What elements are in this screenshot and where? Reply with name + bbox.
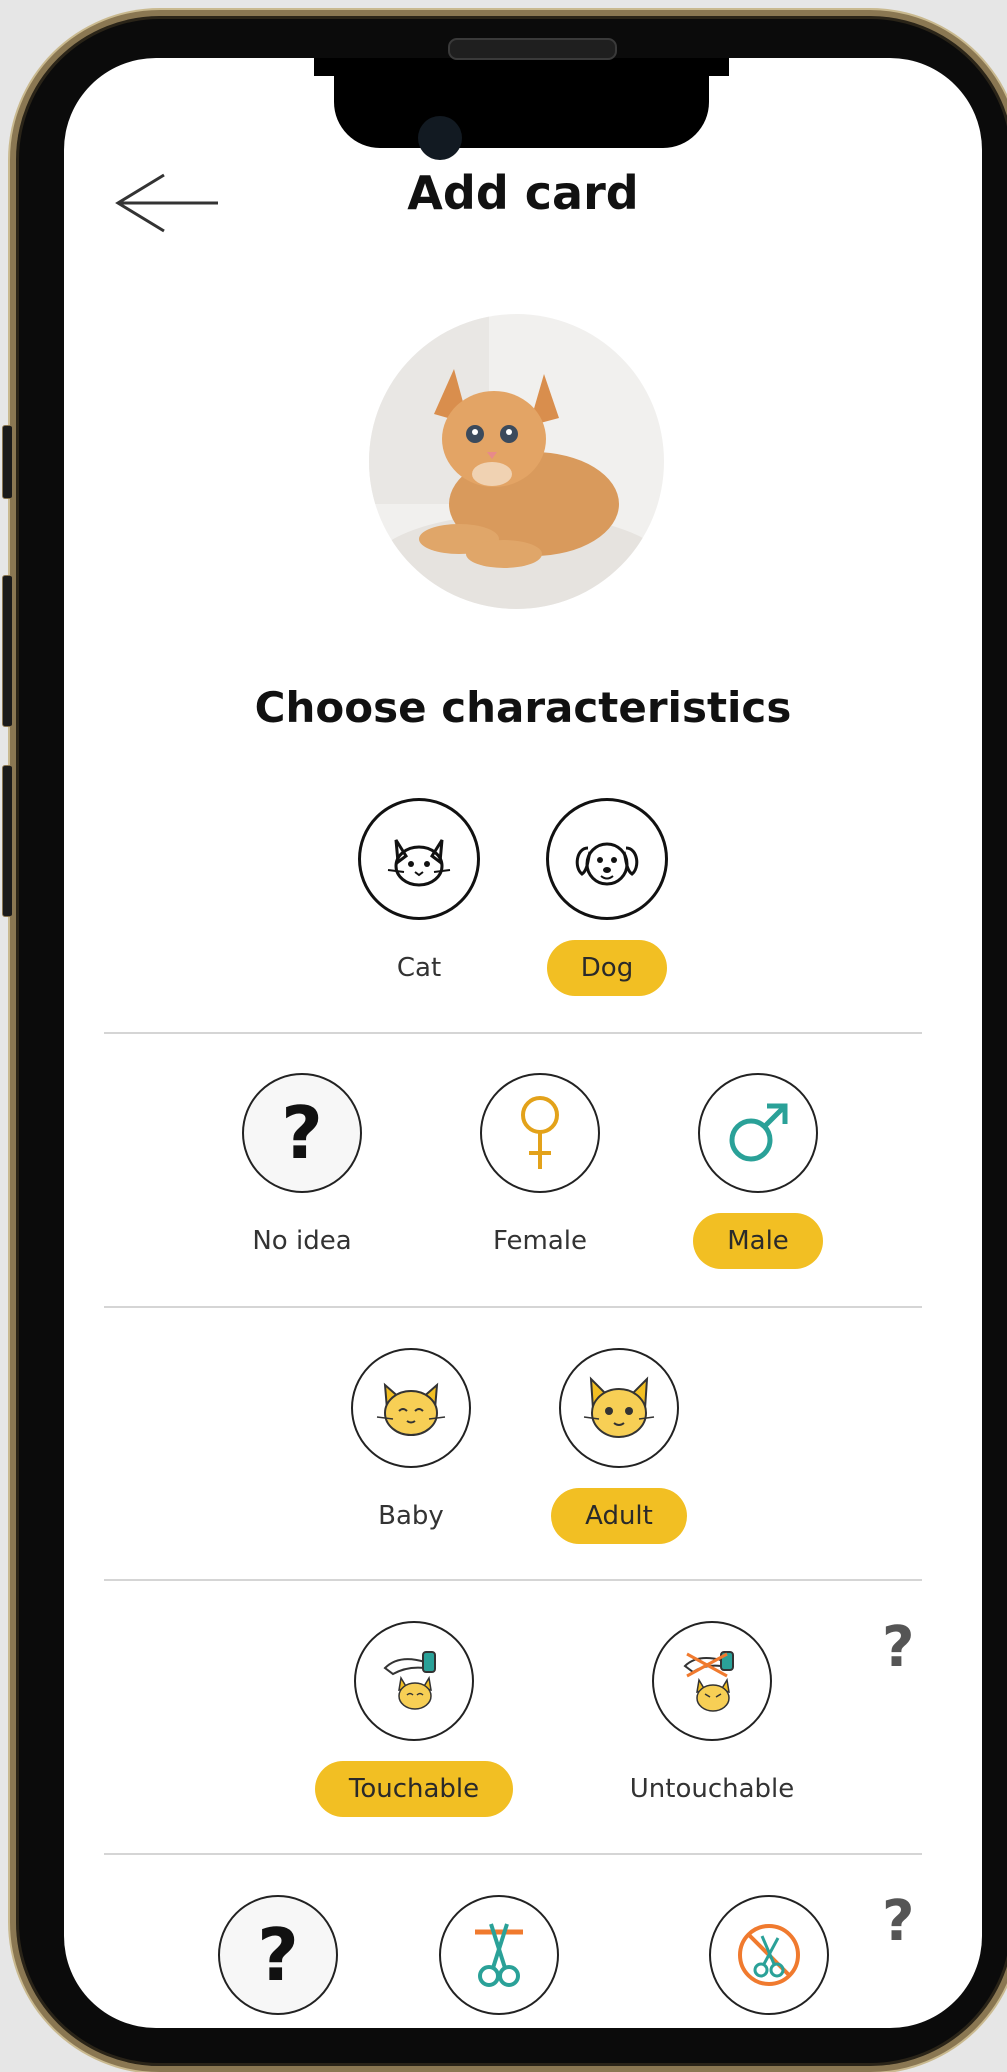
untouchable-label: Untouchable xyxy=(629,1774,795,1804)
baby-label: Baby xyxy=(378,1501,444,1531)
option-adult[interactable]: Adult xyxy=(534,1348,704,1544)
option-sterilization-no-idea[interactable]: ? xyxy=(193,1895,363,2015)
section-title: Choose characteristics xyxy=(254,683,792,732)
no-scissors-icon xyxy=(709,1895,829,2015)
petting-hand-icon xyxy=(354,1621,474,1741)
app-screen: Add card Choose characteristics Cat Dog … xyxy=(64,58,982,2028)
option-baby[interactable]: Baby xyxy=(326,1348,496,1544)
divider xyxy=(104,1579,922,1581)
adult-label: Adult xyxy=(551,1488,687,1544)
touch-help-icon[interactable]: ? xyxy=(882,1620,914,1676)
volume-up-button xyxy=(2,575,13,727)
kitten-icon xyxy=(351,1348,471,1468)
option-gender-no-idea[interactable]: ? No idea xyxy=(217,1073,387,1269)
male-icon xyxy=(698,1073,818,1193)
volume-down-button xyxy=(2,765,13,917)
scissors-icon xyxy=(439,1895,559,2015)
male-label: Male xyxy=(693,1213,823,1269)
dog-icon xyxy=(546,798,668,920)
option-cat[interactable]: Cat xyxy=(334,798,504,996)
question-icon: ? xyxy=(242,1073,362,1193)
option-female[interactable]: Female xyxy=(455,1073,625,1269)
no-petting-icon xyxy=(652,1621,772,1741)
option-untouchable[interactable]: Untouchable xyxy=(587,1621,837,1817)
option-dog[interactable]: Dog xyxy=(522,798,692,996)
speaker-grille xyxy=(448,38,617,60)
option-male[interactable]: Male xyxy=(673,1073,843,1269)
gender-no-idea-label: No idea xyxy=(252,1226,352,1256)
option-touchable[interactable]: Touchable xyxy=(289,1621,539,1817)
notch xyxy=(314,58,729,148)
cat-icon xyxy=(358,798,480,920)
female-label: Female xyxy=(492,1226,587,1256)
mute-switch xyxy=(2,425,13,499)
page-title: Add card xyxy=(407,166,639,220)
sterilization-help-icon[interactable]: ? xyxy=(882,1894,914,1950)
female-icon xyxy=(480,1073,600,1193)
adult-cat-icon xyxy=(559,1348,679,1468)
option-not-sterilized[interactable] xyxy=(684,1895,854,2015)
front-camera xyxy=(418,116,462,160)
pet-photo[interactable] xyxy=(369,314,664,609)
divider xyxy=(104,1853,922,1855)
divider xyxy=(104,1306,922,1308)
dog-label: Dog xyxy=(546,940,668,996)
divider xyxy=(104,1032,922,1034)
question-icon: ? xyxy=(218,1895,338,2015)
touchable-label: Touchable xyxy=(314,1761,514,1817)
option-sterilized[interactable] xyxy=(414,1895,584,2028)
phone-frame: Add card Choose characteristics Cat Dog … xyxy=(10,10,1007,2072)
cat-label: Cat xyxy=(396,953,442,983)
